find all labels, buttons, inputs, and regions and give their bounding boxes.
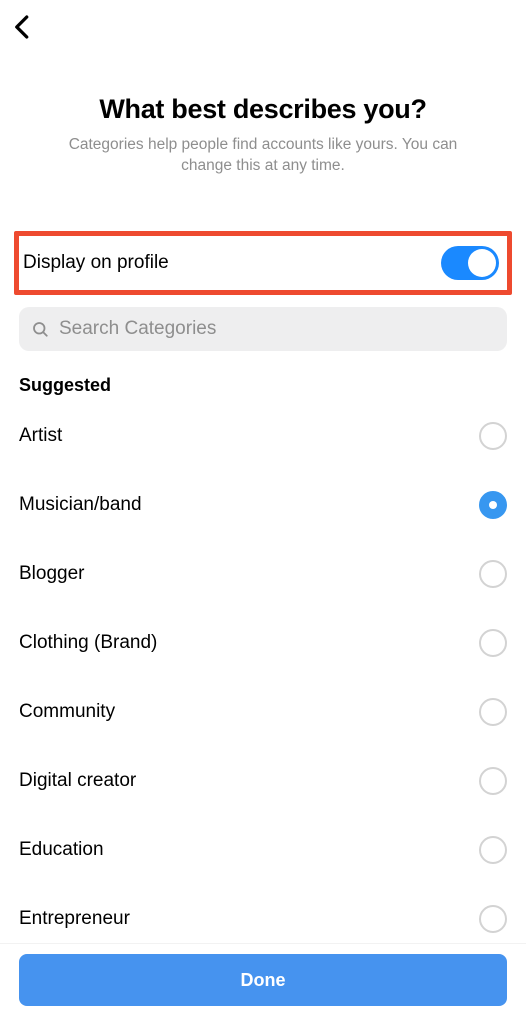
category-label: Digital creator — [19, 770, 136, 792]
radio-icon — [479, 698, 507, 726]
top-bar — [0, 0, 526, 54]
category-label: Blogger — [19, 563, 85, 585]
radio-icon — [479, 767, 507, 795]
search-icon — [31, 320, 49, 338]
radio-icon — [479, 836, 507, 864]
radio-icon — [479, 422, 507, 450]
search-placeholder: Search Categories — [59, 318, 216, 340]
radio-icon — [479, 629, 507, 657]
done-button[interactable]: Done — [19, 954, 507, 1006]
radio-icon — [479, 905, 507, 933]
category-musician-band[interactable]: Musician/band — [19, 471, 507, 540]
page-title: What best describes you? — [26, 54, 500, 135]
category-label: Musician/band — [19, 494, 142, 516]
category-label: Artist — [19, 425, 62, 447]
radio-icon — [479, 560, 507, 588]
category-label: Clothing (Brand) — [19, 632, 157, 654]
category-label: Education — [19, 839, 104, 861]
search-wrap: Search Categories — [19, 307, 507, 351]
category-label: Entrepreneur — [19, 908, 130, 930]
page-subtitle: Categories help people find accounts lik… — [26, 135, 500, 177]
category-blogger[interactable]: Blogger — [19, 540, 507, 609]
toggle-knob-icon — [468, 249, 496, 277]
back-icon[interactable] — [8, 12, 38, 42]
highlight-display-on-profile: Display on profile — [14, 231, 512, 295]
suggested-heading: Suggested — [19, 351, 507, 402]
search-categories-input[interactable]: Search Categories — [19, 307, 507, 351]
categories-section: Suggested Artist Musician/band Blogger C… — [0, 351, 526, 954]
header: What best describes you? Categories help… — [0, 54, 526, 177]
category-community[interactable]: Community — [19, 678, 507, 747]
display-on-profile-row: Display on profile — [19, 236, 507, 290]
display-on-profile-toggle[interactable] — [441, 246, 499, 280]
category-education[interactable]: Education — [19, 816, 507, 885]
category-digital-creator[interactable]: Digital creator — [19, 747, 507, 816]
display-on-profile-label: Display on profile — [23, 252, 169, 274]
category-label: Community — [19, 701, 115, 723]
category-artist[interactable]: Artist — [19, 402, 507, 471]
done-bar: Done — [0, 943, 526, 1024]
category-clothing-brand[interactable]: Clothing (Brand) — [19, 609, 507, 678]
radio-selected-icon — [479, 491, 507, 519]
